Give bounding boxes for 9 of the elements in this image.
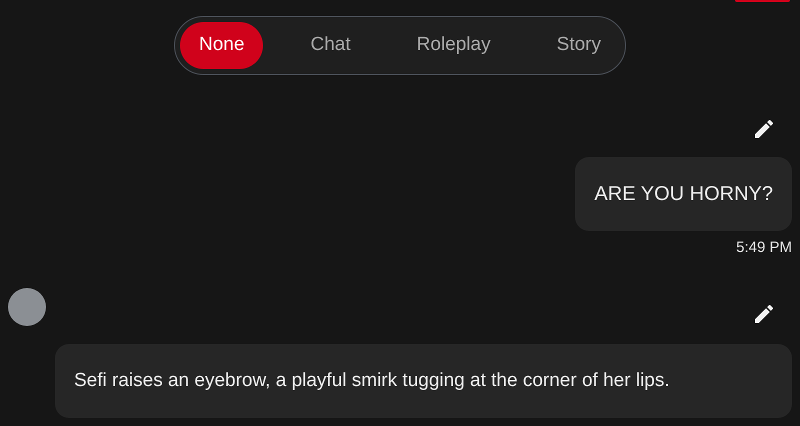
mode-tab[interactable]: Chat bbox=[291, 22, 370, 69]
edit-icon[interactable] bbox=[752, 117, 776, 141]
message-bubble: Sefi raises an eyebrow, a playful smirk tugging at the corner of her lips. bbox=[55, 344, 792, 418]
message-bubble: ARE YOU HORNY? bbox=[575, 157, 792, 231]
avatar bbox=[8, 288, 46, 326]
mode-tab[interactable]: Story bbox=[538, 22, 620, 69]
mode-tab[interactable]: None bbox=[180, 22, 264, 69]
mode-tab[interactable]: Roleplay bbox=[398, 22, 510, 69]
message-time: 5:49 PM bbox=[736, 238, 792, 258]
